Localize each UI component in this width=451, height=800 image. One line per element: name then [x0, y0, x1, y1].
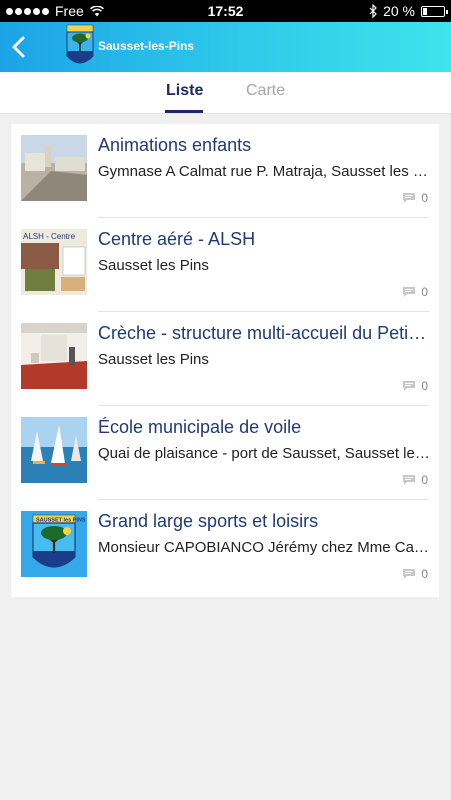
tab-carte[interactable]: Carte — [246, 82, 285, 100]
item-title: École municipale de voile — [98, 417, 302, 437]
item-subtitle: Sausset les Pins — [98, 257, 209, 274]
thumbnail-town-logo: SAUSSET les PINS — [21, 511, 87, 577]
comment-count: 0 — [402, 285, 428, 299]
activity-list: Animations enfants Gymnase A Calmat rue … — [11, 124, 439, 597]
item-subtitle: Monsieur CAPOBIANCO Jérémy chez Mme Capo… — [98, 539, 430, 556]
comment-count-value: 0 — [421, 379, 428, 393]
tab-liste[interactable]: Liste — [166, 82, 203, 100]
comment-icon — [403, 475, 416, 485]
active-tab-indicator — [165, 110, 203, 113]
comment-count: 0 — [402, 379, 428, 393]
comment-count-value: 0 — [421, 567, 428, 581]
thumbnail-nursery-room — [21, 323, 87, 389]
list-item[interactable]: ALSH - Centre Centre aéré - ALSH Sausset… — [11, 218, 439, 312]
thumbnail-sailboats — [21, 417, 87, 483]
comment-count-value: 0 — [421, 191, 428, 205]
comment-icon — [403, 569, 416, 579]
comment-count-value: 0 — [421, 285, 428, 299]
item-subtitle: Gymnase A Calmat rue P. Matraja, Sausset… — [98, 163, 430, 180]
list-item[interactable]: SAUSSET les PINS Grand large sports et l… — [11, 500, 439, 594]
chevron-left-icon — [12, 36, 25, 58]
battery-icon — [421, 5, 448, 17]
town-logo — [66, 24, 94, 64]
app-header: Sausset-les-Pins — [0, 22, 451, 72]
list-item[interactable]: Crèche - structure multi-accueil du Peti… — [11, 312, 439, 406]
thumbnail-village-street — [21, 135, 87, 201]
comment-count: 0 — [402, 567, 428, 581]
battery-percent: 20 % — [383, 3, 415, 19]
item-title: Centre aéré - ALSH — [98, 229, 256, 249]
comment-count-value: 0 — [421, 473, 428, 487]
item-title: Crèche - structure multi-accueil du Peti… — [98, 323, 430, 343]
bluetooth-icon — [369, 4, 377, 18]
back-button[interactable] — [6, 32, 34, 62]
item-subtitle: Sausset les Pins — [98, 351, 209, 368]
thumbnail-alsh-poster: ALSH - Centre — [21, 229, 87, 295]
item-title: Animations enfants — [98, 135, 252, 155]
svg-text:ALSH - Centre: ALSH - Centre — [23, 232, 76, 241]
list-item[interactable]: Animations enfants Gymnase A Calmat rue … — [11, 124, 439, 218]
comment-count: 0 — [402, 191, 428, 205]
list-item[interactable]: École municipale de voile Quai de plaisa… — [11, 406, 439, 500]
status-bar: Free 17:52 20 % — [0, 0, 451, 22]
item-subtitle: Quai de plaisance - port de Sausset, Sau… — [98, 445, 430, 462]
comment-icon — [403, 287, 416, 297]
status-right: 20 % — [369, 3, 448, 19]
comment-count: 0 — [402, 473, 428, 487]
comment-icon — [403, 381, 416, 391]
header-title: Sausset-les-Pins — [98, 39, 195, 53]
item-title: Grand large sports et loisirs — [98, 511, 319, 531]
comment-icon — [403, 193, 416, 203]
view-tabs: Liste Carte — [0, 72, 451, 114]
